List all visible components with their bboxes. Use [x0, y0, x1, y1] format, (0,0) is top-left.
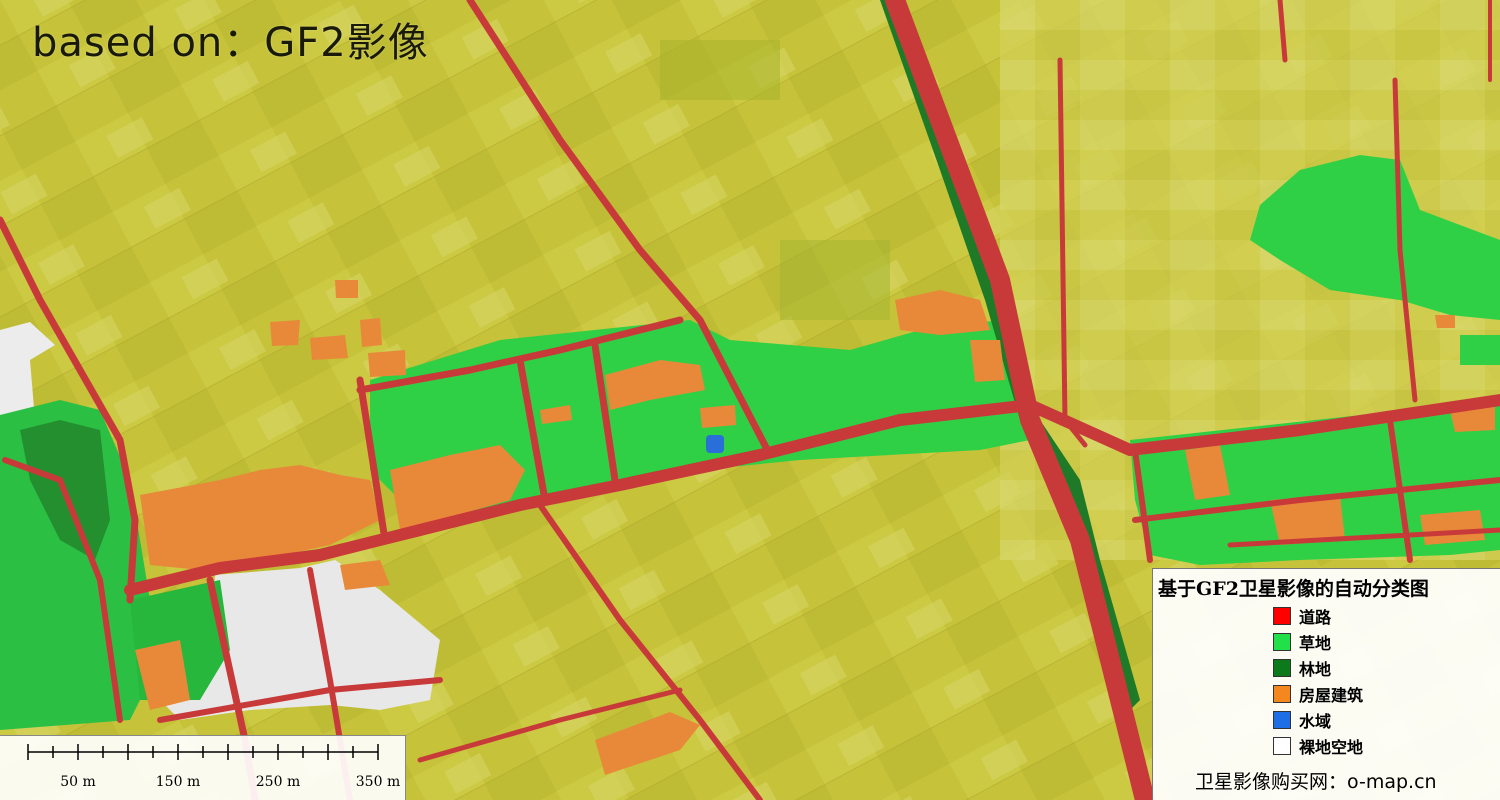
legend-label-bare-land: 裸地空地 — [1299, 738, 1364, 757]
legend-item-grassland: 草地 — [1273, 631, 1331, 653]
building-small — [970, 340, 1005, 382]
legend-label-road: 道路 — [1299, 608, 1332, 627]
legend-label-grassland: 草地 — [1299, 634, 1332, 653]
legend-label-water: 水域 — [1299, 712, 1332, 731]
scale-label-50: 50 m — [60, 774, 96, 790]
building-small — [310, 335, 348, 360]
legend-swatch-bare-land — [1273, 737, 1291, 755]
building-small — [1435, 315, 1455, 328]
legend-label-building: 房屋建筑 — [1299, 686, 1364, 705]
legend-item-building: 房屋建筑 — [1273, 683, 1363, 705]
building-small — [270, 320, 300, 346]
scale-label-350: 350 m — [355, 774, 401, 790]
legend-item-forest: 林地 — [1273, 657, 1331, 679]
building-east-3 — [1420, 510, 1485, 545]
legend-item-road: 道路 — [1273, 605, 1331, 627]
water-pond — [706, 435, 724, 453]
legend-item-water: 水域 — [1273, 709, 1331, 731]
building-small — [335, 280, 358, 298]
scale-bar-ruler — [27, 744, 379, 760]
legend-item-bare-land: 裸地空地 — [1273, 735, 1363, 757]
building-small — [700, 405, 736, 428]
legend-swatch-grassland — [1273, 633, 1291, 651]
legend-swatch-building — [1273, 685, 1291, 703]
building-small — [360, 318, 382, 347]
farmland-green-patch — [780, 240, 890, 320]
grassland-ne-strip — [1460, 335, 1500, 365]
building-small — [368, 350, 406, 377]
map-legend: 基于GF2卫星影像的自动分类图 道路 草地 林地 房屋建筑 水域 裸地空地 卫星… — [1152, 568, 1500, 800]
legend-label-forest: 林地 — [1299, 660, 1332, 679]
legend-swatch-forest — [1273, 659, 1291, 677]
scale-bar: 50 m 150 m 250 m 350 m — [0, 735, 406, 800]
classification-map[interactable]: based on：GF2影像 50 m 150 m 250 m 350 m 基于… — [0, 0, 1500, 800]
legend-footer-link[interactable]: 卫星影像购买网：o-map.cn — [1195, 767, 1437, 794]
legend-swatch-road — [1273, 607, 1291, 625]
legend-swatch-water — [1273, 711, 1291, 729]
map-caption: based on：GF2影像 — [32, 20, 429, 66]
farmland-green-patch — [660, 40, 780, 100]
scale-label-150: 150 m — [155, 774, 201, 790]
scale-label-250: 250 m — [255, 774, 301, 790]
legend-title: 基于GF2卫星影像的自动分类图 — [1158, 578, 1429, 600]
